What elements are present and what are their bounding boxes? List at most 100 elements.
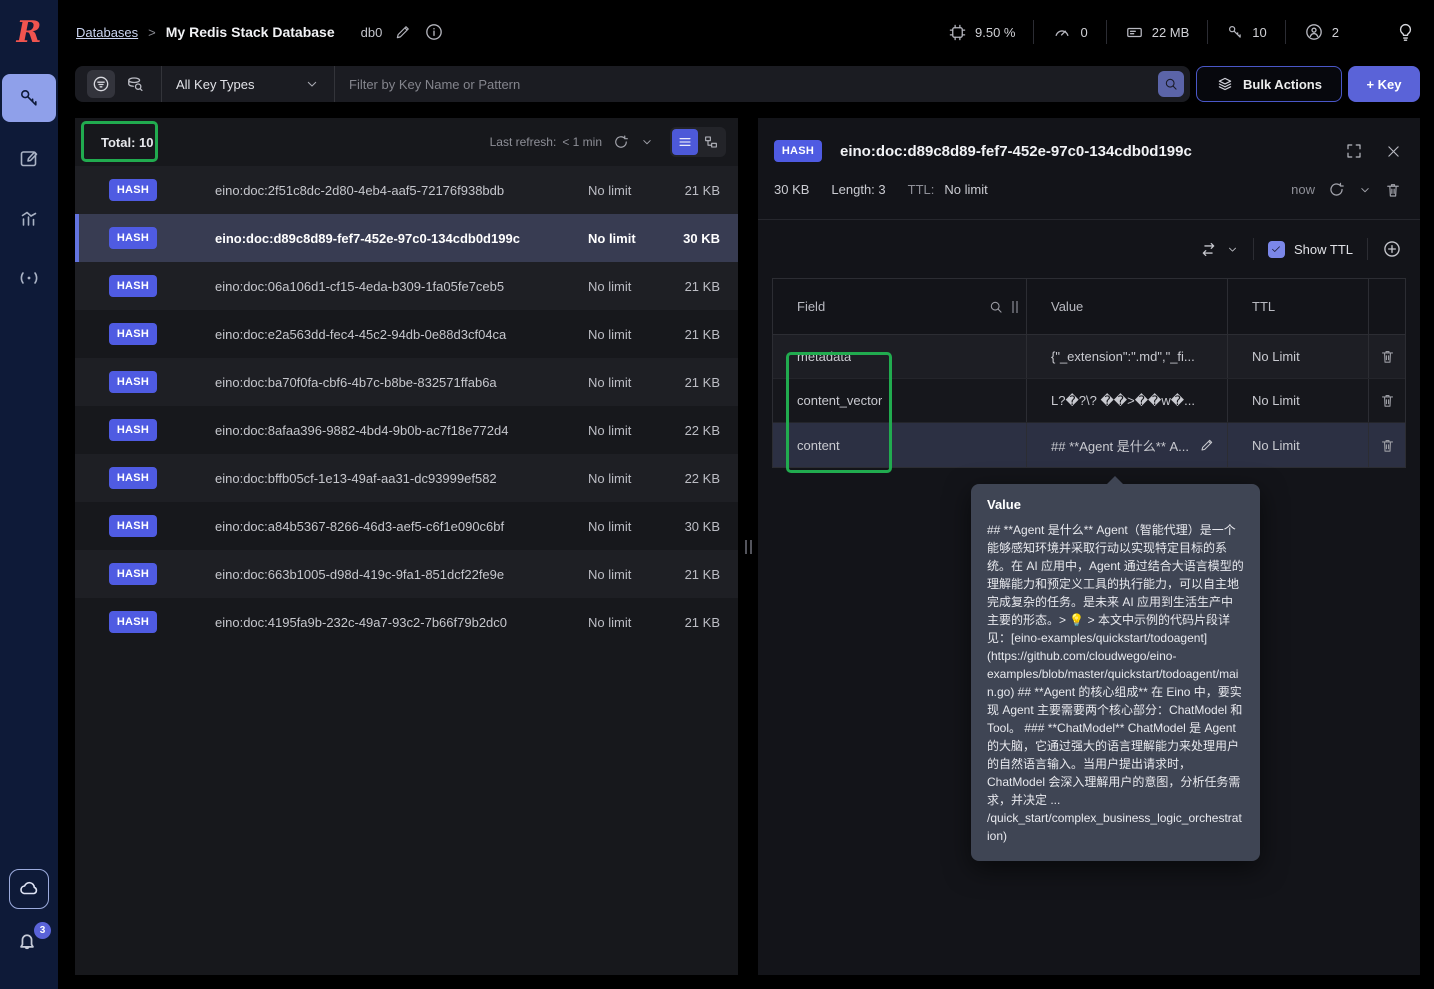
tree-view-button[interactable] [698,129,724,155]
key-list-row[interactable]: HASH eino:doc:4195fa9b-232c-49a7-93c2-7b… [75,598,738,646]
key-list-row[interactable]: HASH eino:doc:663b1005-d98d-419c-9fa1-85… [75,550,738,598]
ttl-cell[interactable]: No Limit [1228,379,1369,422]
checkbox-checked-icon [1267,240,1285,258]
notifications-button[interactable]: 3 [14,922,51,959]
key-list-row[interactable]: HASH eino:doc:d89c8d89-fef7-452e-97c0-13… [75,214,738,262]
ttl-column-header[interactable]: TTL [1228,279,1369,335]
redisinsight-app: { "colors": { "accent": "#5a63d8", "badg… [0,0,1434,989]
left-sidebar: R 3 [0,0,58,989]
ttl-cell[interactable]: No Limit [1228,335,1369,378]
field-cell: metadata [773,335,1027,378]
key-ttl: No limit [588,230,636,246]
breadcrumb-separator: > [148,24,156,40]
delete-field-button[interactable] [1379,437,1396,454]
refresh-key-button[interactable] [1327,180,1346,199]
refresh-keys-button[interactable] [612,133,630,151]
value-cell[interactable]: {"_extension":".md","_fi... [1027,335,1228,378]
notifications-badge: 3 [34,922,51,939]
sidebar-item-workbench[interactable] [2,134,56,182]
hash-field-row[interactable]: metadata {"_extension":".md","_fi... No … [773,335,1405,379]
expand-panel-button[interactable] [1345,142,1363,160]
scan-mode-button[interactable] [121,70,149,98]
search-submit-button[interactable] [1158,71,1184,97]
delete-field-button[interactable] [1379,348,1396,365]
field-value: L?�?\? ��>��w�... [1051,392,1195,408]
sidebar-item-browser[interactable] [2,74,56,122]
field-name: metadata [797,349,852,364]
key-list-row[interactable]: HASH eino:doc:a84b5367-8266-46d3-aef5-c6… [75,502,738,550]
hash-fields-rows: metadata {"_extension":".md","_fi... No … [773,335,1405,467]
insights-button[interactable] [1395,22,1416,43]
column-search-icon [990,301,1002,313]
bulk-actions-button[interactable]: Bulk Actions [1196,66,1342,102]
cpu-stat: 9.50 % [930,23,1033,42]
key-size: 21 KB [684,278,720,294]
key-type-badge: HASH [109,275,157,297]
sidebar-item-pubsub[interactable] [2,254,56,302]
refresh-key-chevron[interactable] [1358,183,1372,197]
field-ttl: No Limit [1252,393,1300,408]
db-index-label: db0 [360,24,383,40]
breadcrumb-current-database: My Redis Stack Database [165,24,335,40]
delete-key-button[interactable] [1384,181,1402,199]
value-cell[interactable]: ## **Agent 是什么** A... [1027,423,1228,467]
key-list-row[interactable]: HASH eino:doc:2f51c8dc-2d80-4eb4-aaf5-72… [75,166,738,214]
show-ttl-label: Show TTL [1293,241,1353,257]
key-type-dropdown[interactable]: All Key Types [162,76,334,92]
key-detail-meta: 30 KB Length: 3 TTL: No limit now [758,162,1420,219]
edit-db-alias-button[interactable] [394,23,412,41]
list-view-button[interactable] [672,129,698,155]
ttl-cell[interactable]: No Limit [1228,423,1369,467]
view-toggle-group [670,127,726,157]
key-size: 30 KB [683,230,720,246]
panel-splitter[interactable] [738,118,758,975]
filter-mode-button[interactable] [87,70,115,98]
formatter-selector[interactable] [1199,240,1239,259]
key-size: 21 KB [684,566,720,582]
field-column-header[interactable]: Field [773,279,1027,335]
db-info-button[interactable] [424,22,444,42]
commands-stat: 0 [1034,22,1105,42]
memory-value: 22 MB [1151,24,1190,40]
key-list-row[interactable]: HASH eino:doc:8afaa396-9882-4bd4-9b0b-ac… [75,406,738,454]
detail-key-length: Length: 3 [831,182,886,197]
memory-stat: 22 MB [1107,23,1208,42]
key-list-row[interactable]: HASH eino:doc:06a106d1-cf15-4eda-b309-1f… [75,262,738,310]
add-field-button[interactable] [1382,239,1402,259]
hash-field-row[interactable]: content_vector L?�?\? ��>��w�... No Limi… [773,379,1405,423]
chevron-down-icon [643,140,651,145]
value-cell[interactable]: L?�?\? ��>��w�... [1027,379,1228,422]
show-ttl-toggle[interactable]: Show TTL [1267,240,1353,258]
key-filter-input[interactable] [335,76,1158,92]
layers-icon [1218,77,1232,91]
sidebar-item-analytics[interactable] [2,194,56,242]
key-size: 30 KB [684,518,720,534]
add-key-button[interactable]: + Key [1348,66,1420,102]
key-list-row[interactable]: HASH eino:doc:bffb05cf-1e13-49af-aa31-dc… [75,454,738,502]
value-column-header[interactable]: Value [1027,279,1228,335]
actions-cell [1369,379,1405,422]
delete-field-button[interactable] [1379,392,1396,409]
close-panel-button[interactable] [1385,143,1402,160]
pubsub-icon [17,266,41,290]
redis-logo[interactable]: R [0,0,58,64]
key-list-row[interactable]: HASH eino:doc:ba70f0fa-cbf6-4b7c-b8be-83… [75,358,738,406]
key-type-badge: HASH [109,419,157,441]
keys-stat: 10 [1208,23,1284,41]
edit-value-button[interactable] [1199,437,1215,453]
toolbar-divider [1367,238,1368,260]
breadcrumb-databases-link[interactable]: Databases [76,25,138,40]
column-resize-handle[interactable] [1012,300,1018,313]
cloud-button[interactable] [9,869,49,909]
hash-field-row[interactable]: content ## **Agent 是什么** A... No Limit [773,423,1405,467]
plus-circle-icon [1384,241,1400,257]
key-list-header: Total: 10 Last refresh: < 1 min [75,118,738,166]
refresh-settings-chevron[interactable] [640,135,654,149]
key-size: 21 KB [684,374,720,390]
key-name: eino:doc:d89c8d89-fef7-452e-97c0-134cdb0… [215,230,520,246]
detail-ttl-value[interactable]: No limit [944,182,987,197]
total-keys-label: Total: 10 [101,134,154,150]
key-list-row[interactable]: HASH eino:doc:e2a563dd-fec4-45c2-94db-0e… [75,310,738,358]
key-ttl: No limit [588,614,632,630]
key-ttl: No limit [588,182,632,198]
